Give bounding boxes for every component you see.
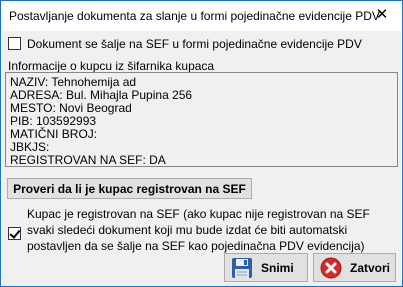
sef-checkbox-label[interactable]: Dokument se šalje na SEF u formi pojedin… [27, 37, 362, 51]
title-bar: Postavljanje dokumenta za slanje u formi… [1, 1, 402, 31]
auto-checkbox-row[interactable]: Kupac je registrovan na SEF (ako kupac n… [8, 206, 397, 254]
customer-info-label: Informacije o kupcu iz šifarnika kupaca [8, 59, 215, 73]
check-registration-button[interactable]: Proveri da li je kupac registrovan na SE… [7, 178, 252, 199]
close-icon [320, 257, 342, 278]
close-button-label: Zatvori [350, 260, 391, 275]
info-line-registration-number: MATIČNI BROJ: [10, 127, 98, 141]
auto-checkbox-label[interactable]: Kupac je registrovan na SEF (ako kupac n… [27, 206, 397, 254]
info-line-sef-registered: REGISTROVAN NA SEF: DA [10, 153, 166, 167]
dialog-client-area: Dokument se šalje na SEF u formi pojedin… [2, 31, 401, 286]
save-button[interactable]: Snimi [224, 253, 308, 282]
window-close-icon[interactable]: ✕ [372, 4, 392, 26]
sef-checkbox[interactable] [8, 37, 21, 50]
customer-info-box[interactable]: NAZIV: Tehnohemija ad ADRESA: Bul. Mihaj… [5, 72, 398, 167]
window-title: Postavljanje dokumenta za slanje u formi… [9, 9, 380, 23]
save-button-label: Snimi [261, 260, 294, 275]
close-button[interactable]: Zatvori [313, 253, 396, 282]
auto-checkbox[interactable] [8, 227, 21, 240]
save-icon [232, 257, 252, 278]
sef-checkbox-row[interactable]: Dokument se šalje na SEF u formi pojedin… [8, 37, 362, 51]
dialog-window: Postavljanje dokumenta za slanje u formi… [0, 0, 403, 287]
